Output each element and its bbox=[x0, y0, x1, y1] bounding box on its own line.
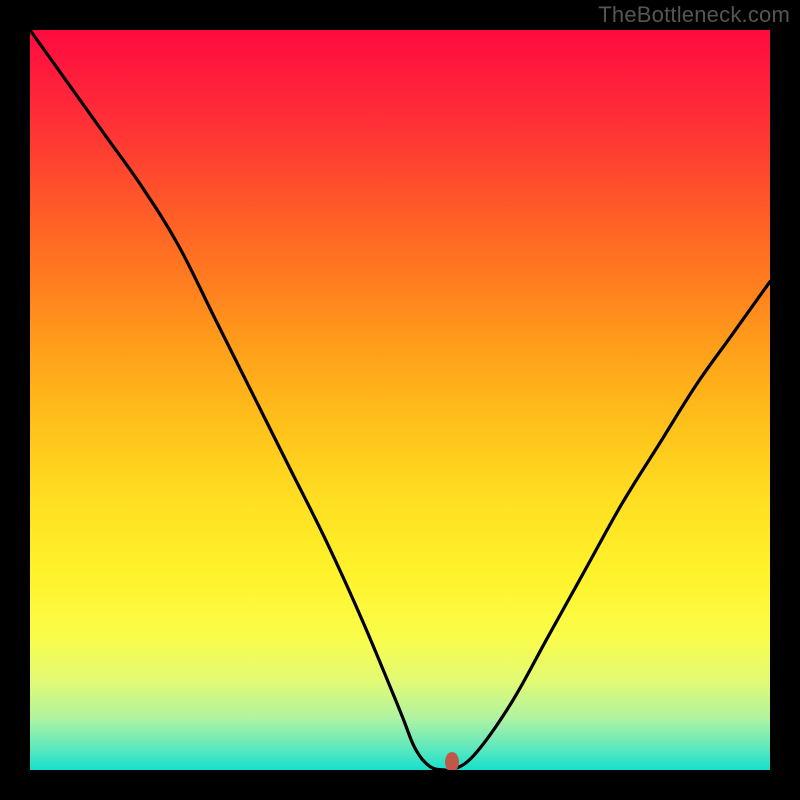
watermark-text: TheBottleneck.com bbox=[598, 2, 790, 28]
curve-layer bbox=[30, 30, 770, 770]
chart-frame: TheBottleneck.com bbox=[0, 0, 800, 800]
minimum-marker bbox=[445, 752, 459, 770]
plot-area bbox=[30, 30, 770, 770]
bottleneck-curve bbox=[30, 30, 770, 770]
